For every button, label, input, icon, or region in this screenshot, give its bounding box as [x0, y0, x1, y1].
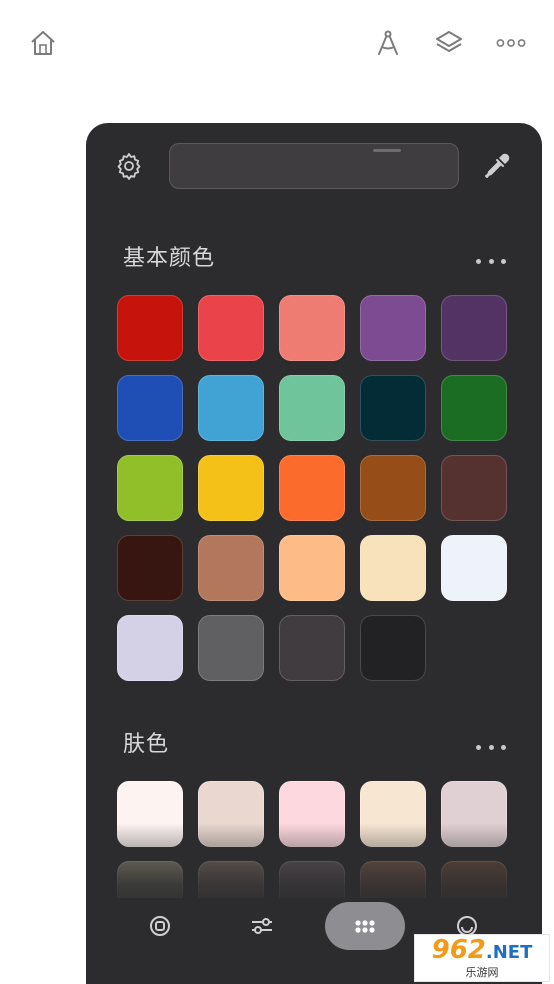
- skin-color-swatch[interactable]: [198, 781, 264, 847]
- basic-color-swatch[interactable]: [279, 295, 345, 361]
- home-icon: [31, 31, 55, 55]
- settings-button[interactable]: [114, 151, 144, 181]
- basic-color-swatch[interactable]: [279, 375, 345, 441]
- grid-icon: [355, 920, 375, 933]
- basic-color-swatch[interactable]: [360, 615, 426, 681]
- basic-color-grid: [117, 295, 507, 681]
- basic-color-swatch[interactable]: [117, 375, 183, 441]
- tab-palette-grid[interactable]: [325, 902, 405, 950]
- basic-color-swatch[interactable]: [441, 455, 507, 521]
- drag-handle[interactable]: [373, 149, 401, 152]
- basic-color-swatch[interactable]: [198, 615, 264, 681]
- more-dot: [501, 258, 506, 264]
- skin-color-swatch[interactable]: [117, 781, 183, 847]
- basic-color-swatch[interactable]: [198, 295, 264, 361]
- layers-icon: [436, 31, 462, 52]
- home-button[interactable]: [26, 26, 60, 60]
- color-panel: 基本颜色 肤色: [86, 123, 542, 984]
- skin-color-swatch[interactable]: [441, 781, 507, 847]
- basic-color-swatch[interactable]: [279, 455, 345, 521]
- panel-header: [86, 123, 542, 213]
- compass-button[interactable]: [371, 26, 405, 60]
- more-dot: [476, 258, 481, 264]
- basic-color-swatch[interactable]: [441, 295, 507, 361]
- more-dot: [488, 258, 494, 264]
- basic-color-swatch[interactable]: [360, 455, 426, 521]
- basic-color-swatch[interactable]: [441, 535, 507, 601]
- disc-icon: [150, 916, 170, 936]
- skin-colors-more-button[interactable]: [476, 742, 506, 752]
- section-title-basic: 基本颜色: [123, 246, 216, 271]
- watermark-subtitle: 乐游网: [465, 966, 499, 979]
- eyedropper-icon: [485, 153, 510, 178]
- basic-color-swatch[interactable]: [441, 375, 507, 441]
- watermark-suffix: .NET: [485, 942, 533, 963]
- tab-disc[interactable]: [120, 902, 200, 950]
- layers-button[interactable]: [432, 26, 466, 60]
- basic-color-swatch[interactable]: [360, 535, 426, 601]
- sliders-icon: [252, 918, 272, 934]
- tab-sliders[interactable]: [222, 902, 302, 950]
- more-icon: [496, 39, 526, 47]
- skin-color-swatch[interactable]: [360, 781, 426, 847]
- current-color-preview[interactable]: [169, 143, 459, 189]
- eyedropper-button[interactable]: [482, 151, 512, 181]
- more-button[interactable]: [494, 26, 528, 60]
- site-watermark: 962.NET 乐游网: [414, 934, 550, 982]
- compass-icon: [378, 30, 398, 55]
- basic-color-swatch[interactable]: [198, 535, 264, 601]
- skin-color-swatch[interactable]: [279, 781, 345, 847]
- basic-color-swatch[interactable]: [117, 535, 183, 601]
- basic-color-swatch[interactable]: [117, 455, 183, 521]
- basic-color-swatch[interactable]: [360, 375, 426, 441]
- basic-color-swatch[interactable]: [279, 615, 345, 681]
- top-toolbar: [0, 0, 554, 90]
- more-dot: [488, 744, 494, 750]
- watermark-number: 962: [431, 935, 486, 965]
- basic-color-swatch[interactable]: [117, 295, 183, 361]
- watermark-logo: 962.NET: [432, 937, 533, 966]
- basic-color-swatch[interactable]: [117, 615, 183, 681]
- more-dot: [476, 744, 481, 750]
- basic-colors-more-button[interactable]: [476, 256, 506, 266]
- gear-icon: [117, 153, 141, 180]
- more-dot: [501, 744, 506, 750]
- basic-color-swatch[interactable]: [198, 375, 264, 441]
- basic-color-swatch[interactable]: [360, 295, 426, 361]
- basic-color-swatch[interactable]: [198, 455, 264, 521]
- section-title-skin: 肤色: [123, 732, 170, 757]
- basic-color-swatch[interactable]: [279, 535, 345, 601]
